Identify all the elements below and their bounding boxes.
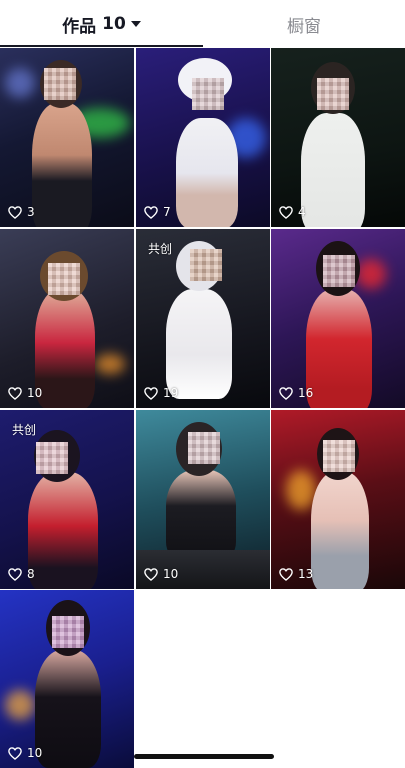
tab-works-label: 作品 [62, 16, 97, 37]
tab-window[interactable]: 橱窗 [203, 0, 405, 48]
heart-outline-icon [144, 567, 158, 581]
video-thumbnail[interactable]: 16 [271, 229, 405, 408]
like-count: 3 [8, 205, 35, 219]
like-count-value: 7 [163, 205, 171, 219]
like-count: 4 [279, 205, 306, 219]
heart-outline-icon [279, 205, 293, 219]
like-count-value: 3 [27, 205, 35, 219]
heart-outline-icon [279, 567, 293, 581]
like-count: 10 [144, 567, 178, 581]
like-count-value: 10 [163, 567, 179, 581]
like-count-value: 8 [27, 567, 35, 581]
video-thumbnail[interactable]: 10 [0, 229, 134, 408]
tab-window-label: 橱窗 [287, 16, 321, 37]
heart-outline-icon [144, 386, 158, 400]
video-thumbnail[interactable]: 4 [271, 48, 405, 227]
heart-outline-icon [8, 386, 22, 400]
caret-down-icon[interactable] [130, 21, 141, 27]
video-thumbnail[interactable]: 10 [0, 590, 134, 768]
video-thumbnail[interactable]: 13 [271, 410, 405, 589]
like-count: 8 [8, 567, 35, 581]
tab-works[interactable]: 作品 10 [0, 0, 203, 48]
heart-outline-icon [144, 205, 158, 219]
video-thumbnail[interactable]: 共创 8 [0, 410, 134, 589]
like-count: 10 [8, 746, 42, 760]
like-count-value: 19 [163, 386, 179, 400]
video-thumbnail[interactable]: 10 [136, 410, 270, 589]
like-count-value: 10 [27, 386, 43, 400]
like-count-value: 13 [298, 567, 314, 581]
profile-tabs: 作品 10 橱窗 [0, 0, 405, 48]
collab-badge: 共创 [12, 423, 37, 437]
like-count: 16 [279, 386, 313, 400]
video-thumbnail[interactable]: 3 [0, 48, 134, 227]
video-thumbnail[interactable]: 7 [136, 48, 270, 227]
like-count: 19 [144, 386, 178, 400]
like-count: 13 [279, 567, 313, 581]
heart-outline-icon [8, 205, 22, 219]
home-indicator[interactable] [134, 754, 274, 759]
like-count-value: 4 [298, 205, 306, 219]
heart-outline-icon [8, 567, 22, 581]
heart-outline-icon [279, 386, 293, 400]
tab-works-count: 10 [102, 14, 126, 34]
active-tab-indicator [0, 45, 203, 47]
heart-outline-icon [8, 746, 22, 760]
like-count-value: 16 [298, 386, 314, 400]
like-count: 7 [144, 205, 171, 219]
video-thumbnail[interactable]: 共创 19 [136, 229, 270, 408]
like-count: 10 [8, 386, 42, 400]
collab-badge: 共创 [148, 242, 173, 256]
like-count-value: 10 [27, 746, 43, 760]
